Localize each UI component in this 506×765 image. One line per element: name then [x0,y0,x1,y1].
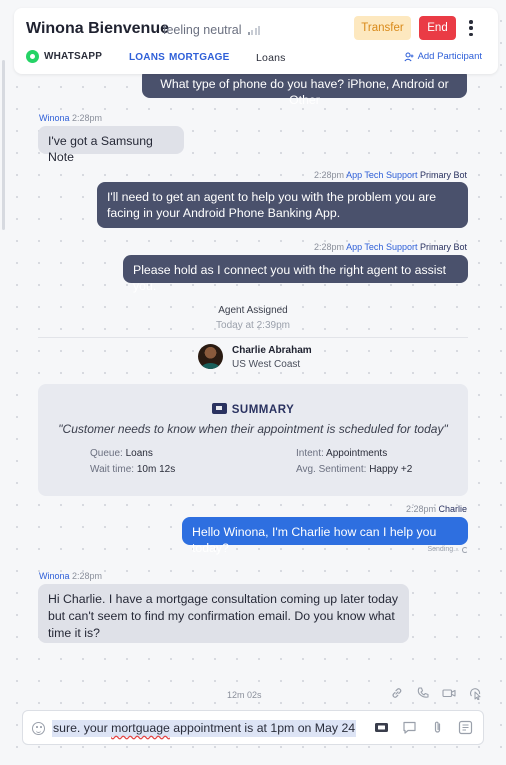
add-participant-label: Add Participant [417,51,482,62]
summary-quote: "Customer needs to know when their appoi… [58,422,448,436]
agent-location: US West Coast [232,359,301,370]
scrollbar[interactable] [2,60,5,230]
message-bubble-bot: Please hold as I connect you with the ri… [123,255,468,293]
tab-loans[interactable]: LOANS [129,52,165,63]
summary-wait-label: Wait time: [90,464,135,475]
message-meta: Winona 2:28pm [39,571,102,581]
sender-name: App Tech Support [346,242,418,252]
send-icon[interactable] [458,720,473,735]
add-user-icon [403,52,414,61]
summary-wait-value: 10m 12s [136,464,176,475]
misspelled-word: mortguage [111,721,170,735]
message-bubble-agent: Hello Winona, I'm Charlie how can I help… [182,517,468,555]
conversation-tools [390,686,482,701]
summary-queue-label: Queue: [90,448,123,459]
sending-status: Sending... [427,546,468,553]
summary-intent: Intent: Appointments [296,448,387,459]
tab-mortgage[interactable]: MORTGAGE [169,52,230,63]
sender-name: Charlie [438,504,467,514]
composer-text-end: appointment is at 1pm on May 24 [169,721,356,735]
message-text: Hello Winona, I'm Charlie how can I help… [192,525,437,555]
message-meta: 2:28pm App Tech Support Primary Bot [314,242,467,252]
summary-card: SUMMARY "Customer needs to know when the… [38,384,468,496]
sending-status-label: Sending... [427,546,459,553]
summary-wait-time: Wait time: 10m 12s [90,464,175,475]
composer-text-start: sure. your [53,721,112,735]
message-time: 2:28pm [314,170,345,180]
message-time: 2:28pm [72,113,103,123]
message-meta: Winona 2:28pm [39,113,102,123]
message-composer[interactable]: sure. your mortguage appointment is at 1… [22,710,484,745]
agent-name: Charlie Abraham [232,345,312,356]
end-button[interactable]: End [419,16,456,40]
message-time: 2:28pm [405,504,436,514]
agent-assigned-time: Today at 2:39pm [216,320,290,331]
message-bubble-customer: Hi Charlie. I have a mortgage consultati… [38,584,409,643]
tab-whatsapp[interactable]: WHATSAPP [26,50,102,63]
sentiment-label: feeling neutral [163,23,242,37]
whatsapp-icon [26,50,39,63]
sender-name: App Tech Support [346,170,418,180]
divider [38,337,468,338]
message-text: What type of phone do you have? iPhone, … [160,77,449,107]
summary-queue-value: Loans [125,448,153,459]
video-icon[interactable] [442,686,456,700]
phone-icon[interactable] [416,686,430,700]
message-text: Please hold as I connect you with the ri… [133,263,447,293]
link-icon[interactable] [390,686,404,700]
sender-role: Primary Bot [419,242,467,252]
emoji-icon[interactable] [32,722,45,735]
summary-sentiment-label: Avg. Sentiment: [296,464,367,475]
tab-whatsapp-label: WHATSAPP [44,51,103,62]
attachment-icon[interactable] [430,720,445,735]
message-text: Hi Charlie. I have a mortgage consultati… [48,592,398,640]
summary-intent-value: Appointments [326,448,388,459]
more-options-icon[interactable] [466,18,476,38]
message-time: 2:28pm [314,242,345,252]
transfer-button[interactable]: Transfer [354,16,411,40]
message-bubble-customer: I've got a Samsung Note [38,126,184,164]
spinner-icon [462,546,468,553]
summary-title-text: SUMMARY [231,404,295,416]
summary-queue: Queue: Loans [90,448,153,459]
sender-role: Primary Bot [419,170,467,180]
signal-bars-icon [247,25,261,35]
add-participant-button[interactable]: Add Participant [403,51,482,62]
ai-summary-icon [211,403,227,414]
channel-tabs: WHATSAPP LOANS MORTGAGE Loans Add Partic… [26,50,488,67]
summary-title: SUMMARY [38,403,468,416]
message-text: I'll need to get an agent to help you wi… [107,190,437,220]
message-bubble-bot: I'll need to get an agent to help you wi… [97,182,468,228]
message-meta: 2:28pm Charlie [406,504,467,514]
avatar [198,344,223,369]
ai-assist-icon[interactable] [374,720,389,735]
agent-assigned-label: Agent Assigned [218,305,288,316]
summary-sentiment-value: Happy +2 [369,464,413,475]
sentiment-indicator: feeling neutral [163,23,261,37]
composer-input[interactable]: sure. your mortguage appointment is at 1… [52,720,357,737]
conversation-timer: 12m 02s [227,690,262,700]
cobrowse-icon[interactable] [468,686,482,701]
canned-response-icon[interactable] [402,720,417,735]
composer-actions [374,720,473,735]
sender-name: Winona [39,571,70,581]
summary-sentiment: Avg. Sentiment: Happy +2 [296,464,412,475]
chat-window: Winona Bienvenue feeling neutral Transfe… [0,0,506,765]
conversation-header: Winona Bienvenue feeling neutral Transfe… [14,8,498,74]
message-meta: 2:28pm App Tech Support Primary Bot [314,170,467,180]
summary-intent-label: Intent: [296,448,324,459]
message-text: I've got a Samsung Note [48,134,153,164]
queue-label: Loans [256,52,286,64]
contact-name: Winona Bienvenue [26,20,169,37]
sender-name: Winona [39,113,70,123]
message-time: 2:28pm [72,571,103,581]
